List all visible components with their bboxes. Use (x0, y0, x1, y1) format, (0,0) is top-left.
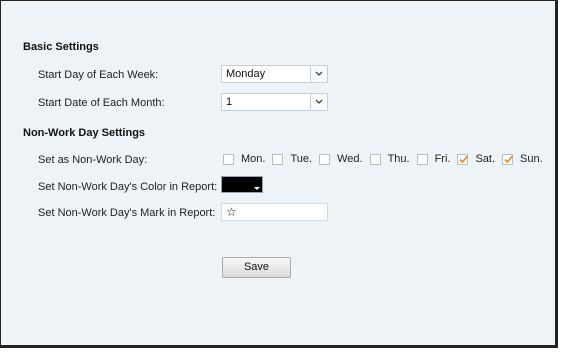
start-day-select[interactable]: Monday (221, 65, 328, 83)
save-button[interactable]: Save (222, 257, 291, 278)
start-date-select[interactable]: 1 (221, 93, 328, 111)
day-option-mon[interactable]: Mon. (223, 153, 265, 165)
start-day-label: Start Day of Each Week: (38, 69, 159, 81)
day-label-thu: Thu. (387, 153, 410, 165)
day-label-sun: Sun. (520, 153, 543, 165)
checkbox-sat[interactable] (457, 153, 469, 165)
checkbox-mon[interactable] (223, 153, 234, 165)
checkmark-icon (459, 154, 469, 163)
non-work-color-label: Set Non-Work Day's Color in Report: (38, 181, 218, 193)
day-label-mon: Mon. (241, 153, 266, 165)
color-picker-button[interactable] (221, 176, 263, 193)
non-work-day-heading: Non-Work Day Settings (23, 127, 146, 139)
chevron-down-icon (315, 99, 323, 104)
non-work-day-checkboxes: Mon. Tue. Wed. Thu. Fri. Sat. Sun. (223, 153, 550, 165)
day-label-tue: Tue. (290, 153, 313, 165)
day-label-sat: Sat. (475, 153, 496, 165)
set-non-work-day-label: Set as Non-Work Day: (38, 154, 148, 166)
non-work-mark-input[interactable]: ☆ (221, 203, 328, 221)
day-option-thu[interactable]: Thu. (369, 153, 410, 165)
checkmark-icon (504, 154, 514, 163)
start-day-dropdown-button[interactable] (310, 66, 327, 82)
star-mark-value: ☆ (226, 205, 237, 219)
day-label-wed: Wed. (337, 153, 363, 165)
day-option-sun[interactable]: Sun. (502, 153, 543, 165)
start-date-dropdown-button[interactable] (310, 94, 327, 110)
checkbox-fri[interactable] (416, 153, 428, 165)
day-option-sat[interactable]: Sat. (457, 153, 495, 165)
day-option-tue[interactable]: Tue. (272, 153, 312, 165)
day-label-fri: Fri. (434, 153, 451, 165)
non-work-mark-label: Set Non-Work Day's Mark in Report: (38, 207, 216, 219)
basic-settings-heading: Basic Settings (23, 41, 99, 53)
settings-panel: Basic Settings Start Day of Each Week: M… (0, 0, 558, 348)
chevron-down-icon (315, 71, 323, 76)
day-option-fri[interactable]: Fri. (416, 153, 451, 165)
start-day-value: Monday (226, 68, 266, 80)
checkbox-thu[interactable] (369, 153, 381, 165)
start-date-label: Start Date of Each Month: (38, 97, 165, 109)
day-option-wed[interactable]: Wed. (319, 153, 363, 165)
checkbox-tue[interactable] (272, 153, 284, 165)
checkbox-sun[interactable] (502, 153, 514, 165)
caret-down-icon (254, 187, 260, 190)
checkbox-wed[interactable] (319, 153, 331, 165)
start-date-value: 1 (226, 96, 233, 108)
